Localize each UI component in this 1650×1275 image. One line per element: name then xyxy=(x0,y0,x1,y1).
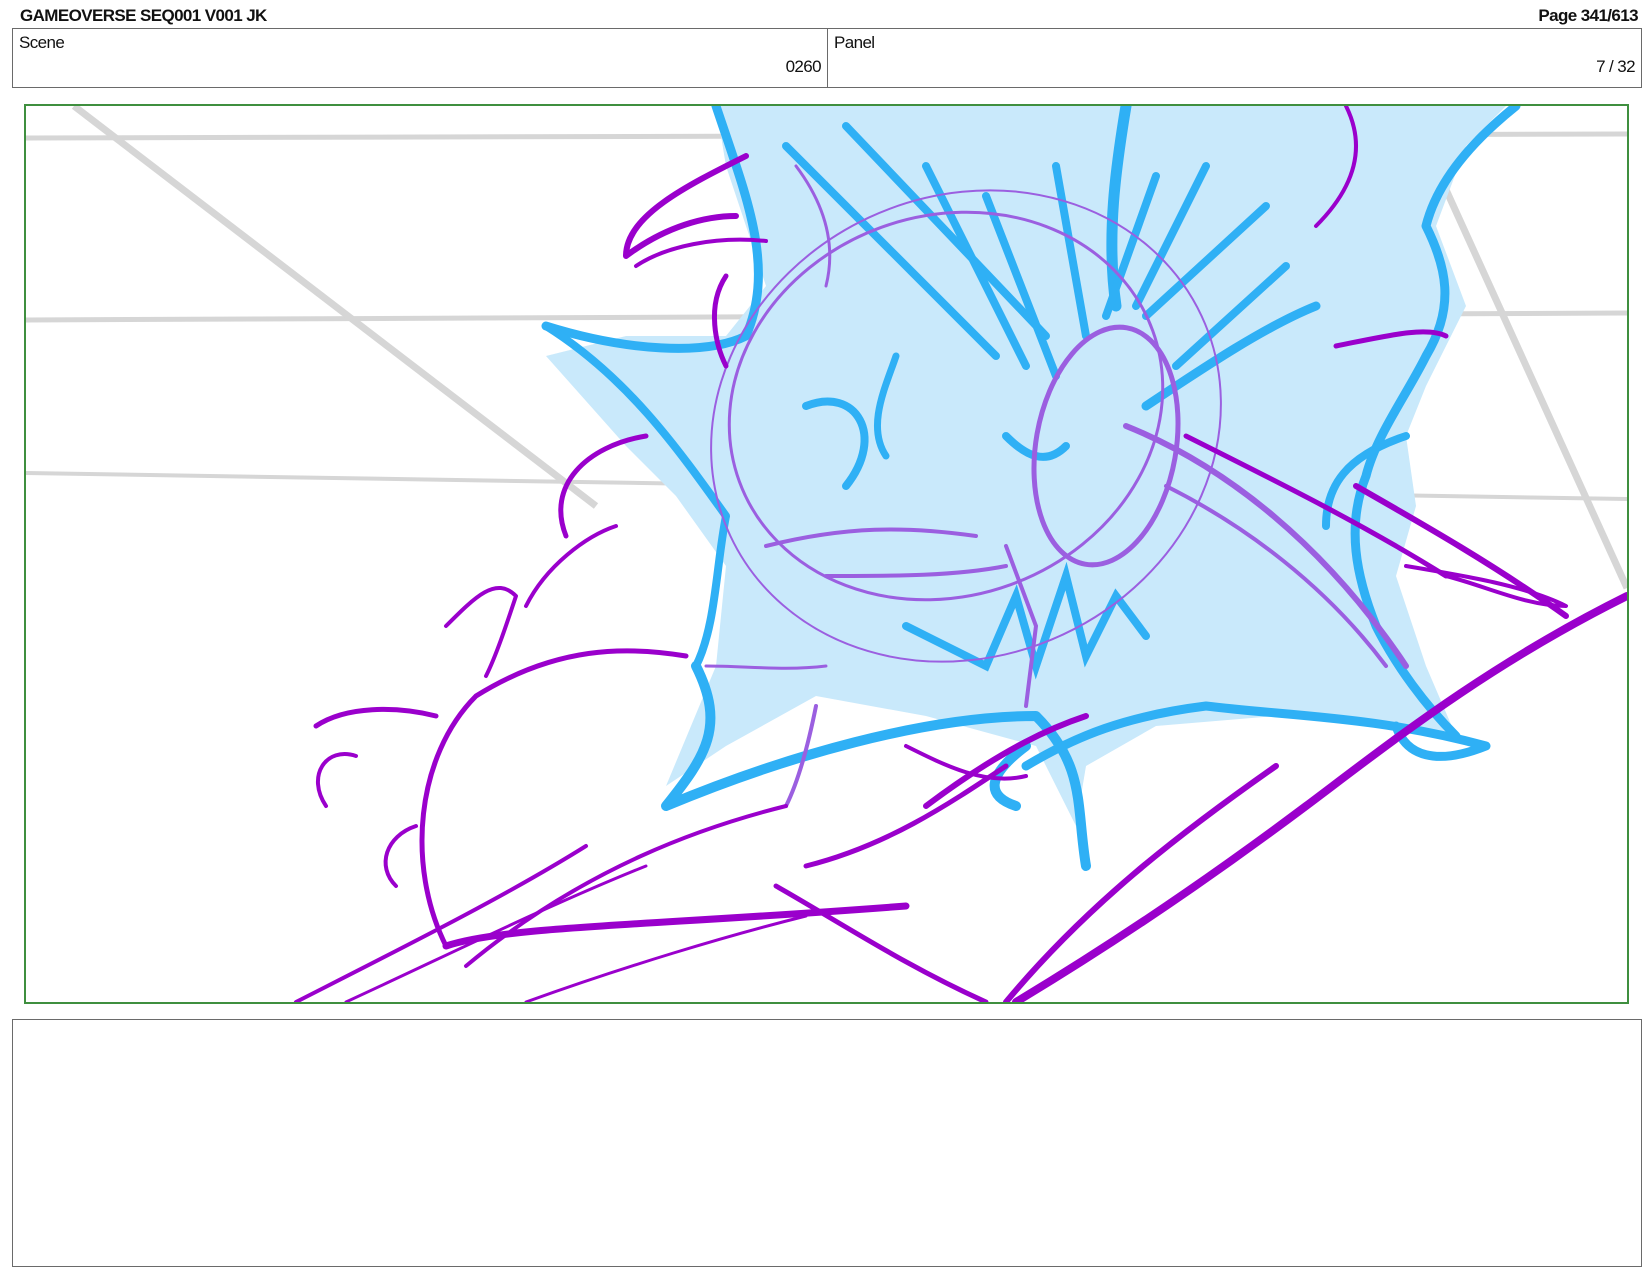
storyboard-sketch xyxy=(26,106,1627,1002)
storyboard-panel-frame xyxy=(24,104,1629,1004)
page-number: Page 341/613 xyxy=(1538,6,1638,25)
guide-diagonal-left xyxy=(71,106,599,509)
scene-label: Scene xyxy=(19,33,65,52)
scene-value: 0260 xyxy=(785,57,822,76)
scene-cell: Scene 0260 xyxy=(13,29,828,87)
scene-panel-info-table: Scene 0260 Panel 7 / 32 xyxy=(12,28,1642,88)
panel-label: Panel xyxy=(834,33,875,52)
panel-notes-box xyxy=(12,1019,1642,1267)
document-title: GAMEOVERSE SEQ001 V001 JK xyxy=(20,6,267,25)
panel-value: 7 / 32 xyxy=(1596,57,1636,76)
panel-cell: Panel 7 / 32 xyxy=(828,29,1641,87)
